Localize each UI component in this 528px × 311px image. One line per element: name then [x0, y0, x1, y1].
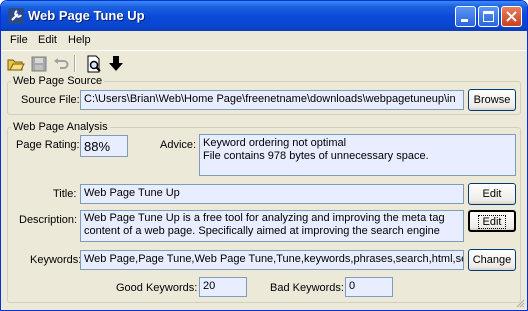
good-keywords-label: Good Keywords: [116, 282, 198, 294]
advice-field[interactable]: Keyword ordering not optimal File contai… [199, 134, 516, 176]
bad-keywords-field[interactable]: 0 [345, 277, 393, 297]
save-icon[interactable] [30, 55, 48, 73]
app-wrench-icon[interactable] [8, 8, 24, 24]
advice-label: Advice: [160, 139, 197, 151]
window-title: Web Page Tune Up [28, 8, 145, 23]
toolbar-separator [74, 55, 76, 72]
title-bar[interactable]: Web Page Tune Up [1, 1, 527, 31]
page-rating-label: Page Rating: [16, 139, 80, 151]
title-edit-button[interactable]: Edit [468, 183, 516, 205]
keywords-field[interactable]: Web Page,Page Tune,Web Page Tune,Tune,ke… [80, 250, 464, 270]
description-field[interactable]: Web Page Tune Up is a free tool for anal… [80, 210, 464, 242]
maximize-button[interactable] [478, 6, 499, 27]
page-rating-field[interactable]: 88% [80, 135, 128, 157]
menu-help[interactable]: Help [68, 34, 91, 46]
good-keywords-field[interactable]: 20 [199, 277, 247, 297]
open-folder-icon[interactable] [7, 55, 25, 73]
description-label: Description: [19, 214, 78, 226]
resize-grip-icon[interactable] [515, 298, 525, 308]
bad-keywords-label: Bad Keywords: [270, 282, 344, 294]
toolbar [1, 50, 527, 75]
browse-button[interactable]: Browse [468, 89, 516, 111]
title-label: Title: [53, 188, 77, 200]
advice-line: File contains 978 bytes of unnecessary s… [203, 150, 429, 162]
description-edit-button[interactable]: Edit [468, 210, 516, 232]
source-file-label: Source File: [21, 94, 80, 106]
keywords-change-button[interactable]: Change [468, 249, 516, 271]
close-button[interactable] [501, 6, 522, 27]
menu-file[interactable]: File [10, 34, 28, 46]
undo-icon[interactable] [52, 55, 70, 73]
minimize-button[interactable] [455, 6, 476, 27]
keywords-label: Keywords: [30, 254, 82, 266]
source-group-legend: Web Page Source [13, 75, 103, 87]
maximize-icon [483, 11, 494, 22]
download-icon[interactable] [107, 55, 125, 73]
advice-line: Keyword ordering not optimal [203, 137, 347, 149]
source-file-field[interactable]: C:\Users\Brian\Web\Home Page\freenetname… [80, 90, 464, 110]
preview-icon[interactable] [85, 55, 103, 73]
title-field[interactable]: Web Page Tune Up [80, 184, 464, 204]
app-window: Web Page Tune Up File Edit Help Web Page… [0, 0, 528, 311]
description-edit-label: Edit [477, 215, 507, 229]
menu-edit[interactable]: Edit [38, 34, 57, 46]
analysis-group-legend: Web Page Analysis [13, 121, 108, 133]
close-icon [506, 11, 517, 22]
menu-bar: File Edit Help [1, 31, 527, 50]
minimize-icon [461, 19, 468, 22]
